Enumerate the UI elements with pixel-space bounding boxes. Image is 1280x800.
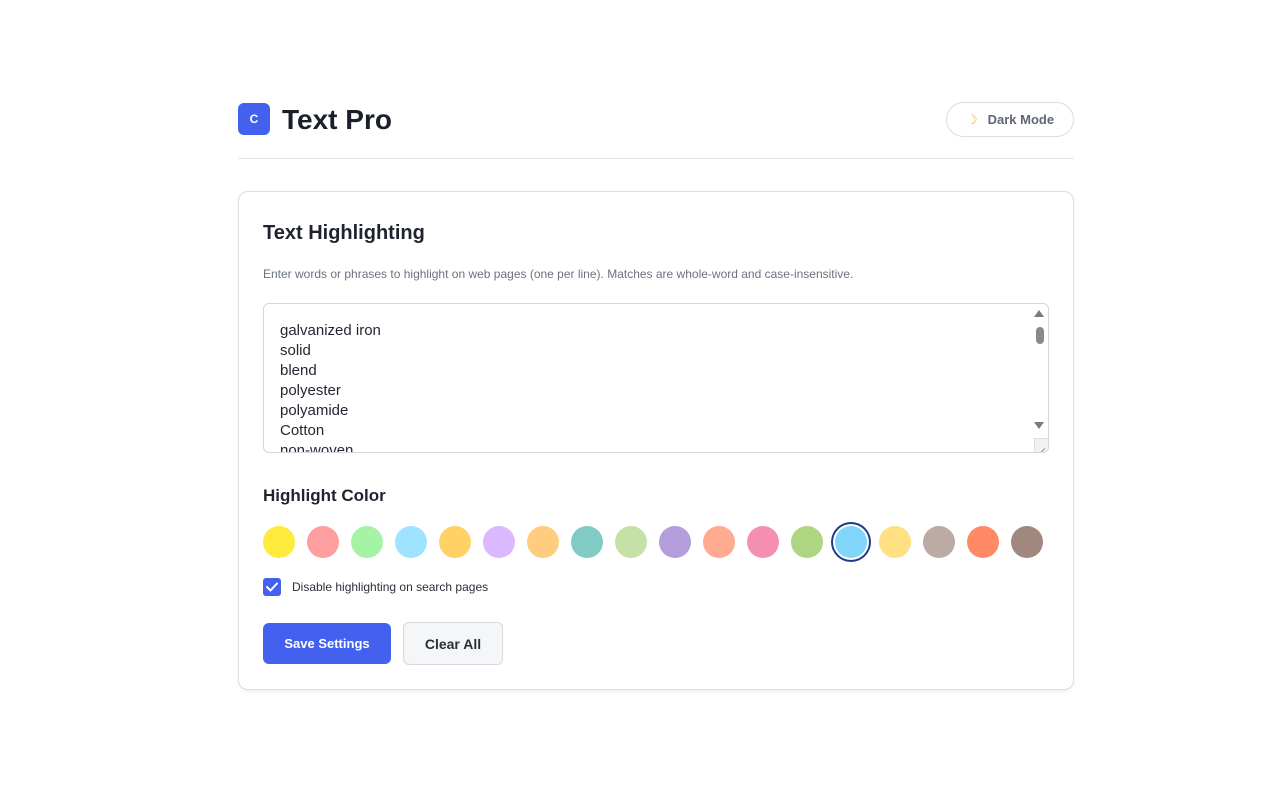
color-swatch[interactable] (439, 526, 471, 558)
term-line: blend (280, 362, 317, 379)
clear-all-button[interactable]: Clear All (403, 622, 503, 665)
app-title: Text Pro (282, 104, 392, 135)
terms-list: galvanized iron solid blend polyester po… (280, 321, 381, 453)
disable-search-option: Disable highlighting on search pages (263, 578, 488, 596)
color-swatch[interactable] (395, 526, 427, 558)
highlight-color-title: Highlight Color (263, 486, 386, 505)
resize-handle-icon[interactable] (1034, 438, 1048, 452)
dark-mode-label: Dark Mode (987, 112, 1055, 127)
color-swatch[interactable] (351, 526, 383, 558)
color-swatch[interactable] (263, 526, 295, 558)
disable-search-checkbox[interactable] (263, 578, 281, 596)
scroll-up-arrow-icon[interactable] (1034, 310, 1044, 317)
scrollbar-thumb[interactable] (1036, 327, 1044, 344)
color-swatch[interactable] (923, 526, 955, 558)
term-line: polyamide (280, 402, 349, 419)
term-line: non-woven (280, 442, 354, 453)
color-swatch[interactable] (879, 526, 911, 558)
app-logo: C (238, 103, 270, 135)
term-line: Cotton (280, 422, 325, 439)
term-line: solid (280, 342, 311, 359)
settings-card: Text Highlighting Enter words or phrases… (238, 191, 1074, 690)
save-settings-button[interactable]: Save Settings (263, 623, 391, 664)
color-swatch[interactable] (1011, 526, 1043, 558)
term-line: galvanized iron (280, 322, 381, 339)
color-swatch[interactable] (571, 526, 603, 558)
card-description: Enter words or phrases to highlight on w… (263, 267, 854, 281)
dark-mode-button[interactable]: ☽ Dark Mode (946, 102, 1074, 137)
scroll-down-arrow-icon[interactable] (1034, 422, 1044, 429)
term-line: polyester (280, 382, 341, 399)
disable-search-label: Disable highlighting on search pages (292, 580, 489, 594)
color-swatch[interactable] (307, 526, 339, 558)
color-swatch[interactable] (791, 526, 823, 558)
color-swatch[interactable] (747, 526, 779, 558)
color-swatch[interactable] (483, 526, 515, 558)
color-swatch[interactable] (703, 526, 735, 558)
moon-icon: ☽ (965, 111, 978, 127)
color-swatch[interactable] (527, 526, 559, 558)
color-swatch[interactable] (967, 526, 999, 558)
color-swatch[interactable] (615, 526, 647, 558)
color-swatch[interactable] (835, 526, 867, 558)
highlight-terms-textarea[interactable]: galvanized iron solid blend polyester po… (263, 303, 1049, 453)
card-title: Text Highlighting (263, 222, 425, 244)
logo-letter: C (249, 112, 259, 126)
header-divider (238, 158, 1074, 159)
checkmark-icon (266, 582, 278, 592)
color-swatch[interactable] (659, 526, 691, 558)
header: C Text Pro ☽ Dark Mode (238, 102, 1074, 138)
